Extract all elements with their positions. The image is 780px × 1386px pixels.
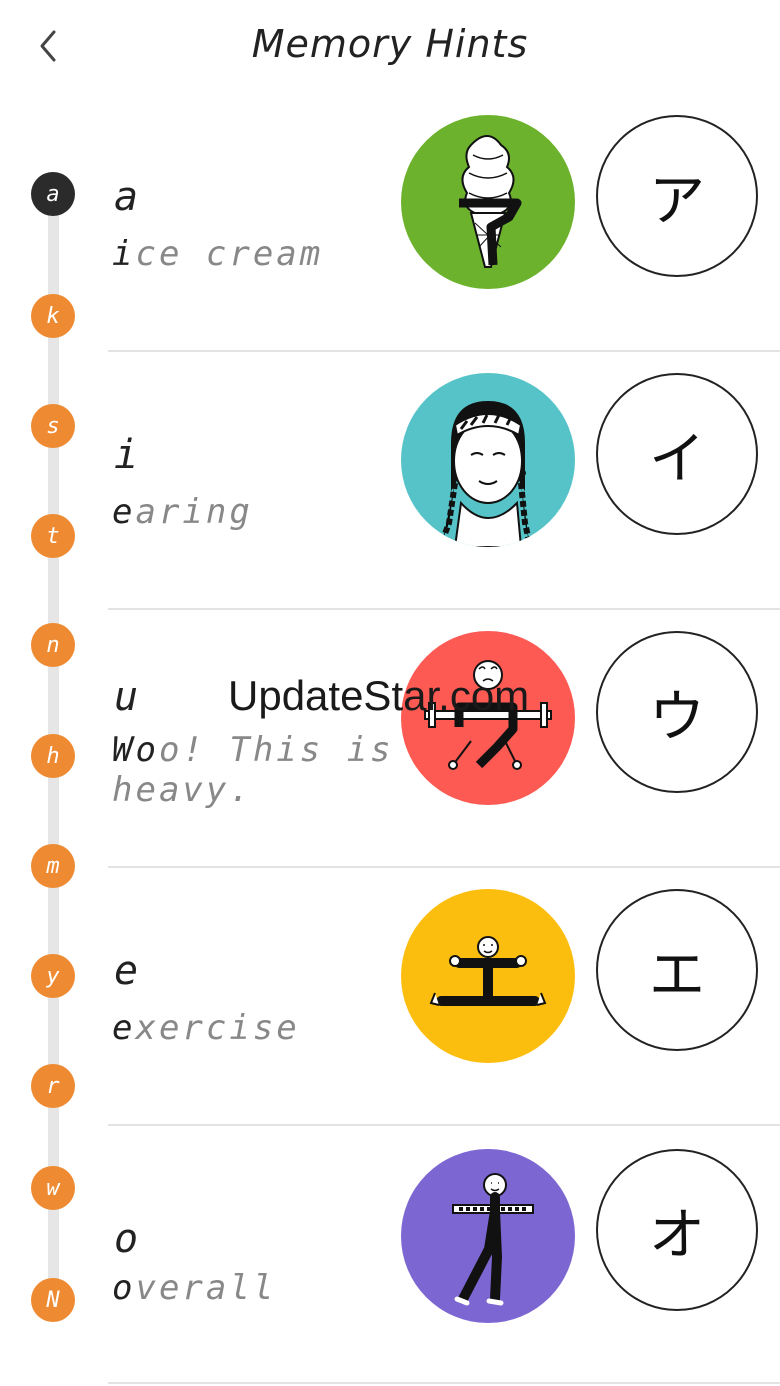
index-dot-s[interactable]: s (31, 404, 75, 448)
hint-text: exercise (112, 1008, 402, 1048)
list-item-u[interactable]: u Woo! This is heavy. ウ (108, 610, 780, 868)
hint-rest: aring (135, 492, 253, 532)
header: Memory Hints (0, 0, 780, 96)
index-dot-N[interactable]: N (31, 1278, 75, 1322)
index-dot-y[interactable]: y (31, 954, 75, 998)
romaji-label: a (114, 174, 139, 220)
hint-text: earing (112, 492, 402, 532)
earring-picture[interactable] (401, 373, 575, 547)
hint-text: Woo! This is heavy. (112, 730, 402, 810)
kana-card[interactable]: エ (596, 889, 758, 1051)
romaji-label: o (114, 1216, 139, 1262)
kana-card[interactable]: ウ (596, 631, 758, 793)
kana-card[interactable]: イ (596, 373, 758, 535)
page-title: Memory Hints (251, 22, 529, 66)
hint-first: i (112, 234, 136, 274)
index-dot-a[interactable]: a (31, 172, 75, 216)
romaji-label: i (114, 432, 139, 478)
ice-cream-picture[interactable] (401, 115, 575, 289)
watermark: UpdateStar.com (228, 672, 530, 719)
hint-rest: ce cream (135, 234, 324, 274)
index-dot-r[interactable]: r (31, 1064, 75, 1108)
hint-first: o (112, 1268, 136, 1308)
romaji-label: e (114, 948, 139, 994)
hint-rest: verall (135, 1268, 277, 1308)
exercise-picture[interactable] (401, 889, 575, 1063)
hint-text: ice cream (112, 234, 402, 274)
list-item-i[interactable]: i earing イ (108, 352, 780, 610)
hint-first: e (112, 1008, 136, 1048)
list-item-e[interactable]: e exercise エ (108, 868, 780, 1126)
kana-card[interactable]: ア (596, 115, 758, 277)
index-dot-w[interactable]: w (31, 1166, 75, 1210)
hint-text: overall (112, 1268, 402, 1308)
hint-rest: xercise (135, 1008, 300, 1048)
hint-first: Wo (112, 730, 159, 770)
index-dot-k[interactable]: k (31, 294, 75, 338)
list-item-a[interactable]: a ice cream ア (108, 94, 780, 352)
list-item-o[interactable]: o overall オ (108, 1126, 780, 1384)
overalls-picture[interactable] (401, 1149, 575, 1323)
hint-first: e (112, 492, 136, 532)
romaji-label: u (114, 674, 139, 720)
kana-card[interactable]: オ (596, 1149, 758, 1311)
index-dot-m[interactable]: m (31, 844, 75, 888)
index-dot-h[interactable]: h (31, 734, 75, 778)
index-dot-n[interactable]: n (31, 623, 75, 667)
index-dot-t[interactable]: t (31, 514, 75, 558)
